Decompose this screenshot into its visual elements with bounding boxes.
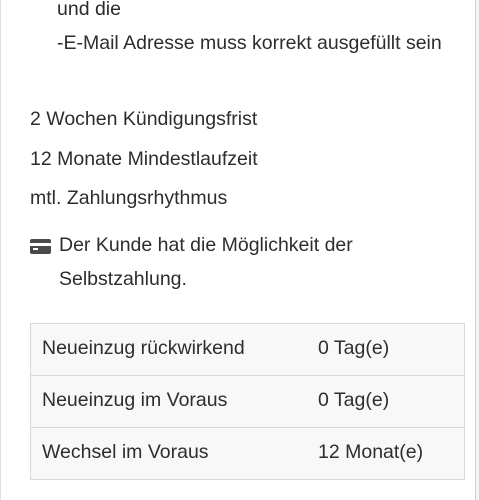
- table-row: Wechsel im Voraus 12 Monat(e): [31, 428, 464, 480]
- table-row: Neueinzug rückwirkend 0 Tag(e): [31, 324, 464, 376]
- payment-rhythm: mtl. Zahlungsrhythmus: [30, 187, 228, 209]
- details-table: Neueinzug rückwirkend 0 Tag(e) Neueinzug…: [30, 323, 465, 480]
- row-label: Neueinzug rückwirkend: [42, 337, 245, 359]
- notice-period: 2 Wochen Kündigungsfrist: [30, 108, 258, 130]
- contract-details-panel: Die Telefonnummer muss korrekt ausgefüll…: [0, 0, 476, 500]
- credit-card-icon: [30, 239, 51, 254]
- requirement-cut-line: Die Telefonnummer muss korrekt ausgefüll…: [57, 0, 121, 20]
- row-label: Neueinzug im Voraus: [42, 389, 228, 411]
- table-row: Neueinzug im Voraus 0 Tag(e): [31, 376, 464, 428]
- minimum-term: 12 Monate Mindestlaufzeit: [30, 148, 258, 170]
- row-value: 0 Tag(e): [318, 337, 390, 359]
- row-value: 12 Monat(e): [318, 441, 424, 463]
- row-value: 0 Tag(e): [318, 389, 390, 411]
- row-label: Wechsel im Voraus: [42, 441, 209, 463]
- self-payment-text: Der Kunde hat die Möglichkeit der Selbst…: [59, 234, 353, 290]
- requirement-email: -E-Mail Adresse muss korrekt ausgefüllt …: [57, 32, 442, 54]
